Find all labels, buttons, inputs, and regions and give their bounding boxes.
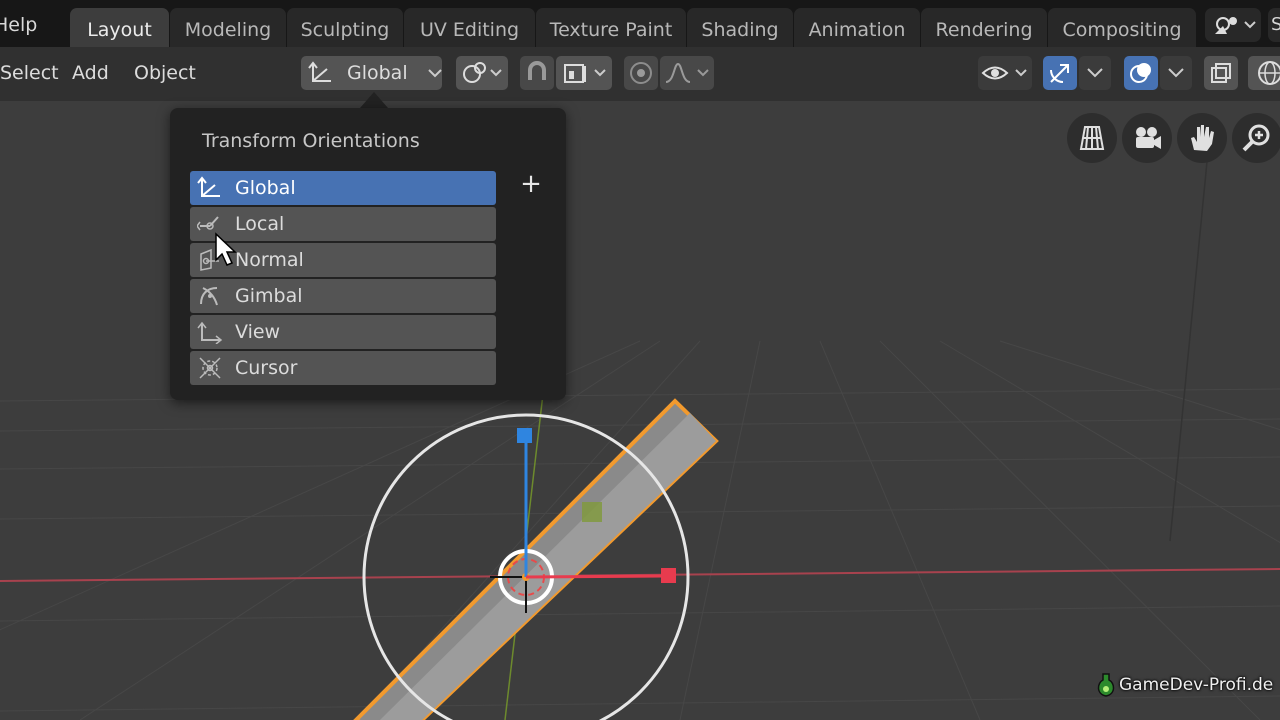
xray-toggle-button[interactable] [1204,56,1238,90]
add-orientation-button[interactable]: + [518,171,544,198]
scene-name-field[interactable]: S [1268,8,1280,42]
zoom-view-button[interactable] [1232,113,1280,163]
y-gizmo-handle[interactable] [582,502,602,522]
camera-view-button[interactable] [1122,113,1172,163]
falloff-button[interactable] [660,56,714,90]
chevron-down-icon [427,69,442,78]
xray-icon [1211,63,1231,83]
tab-uv-editing[interactable]: UV Editing [404,8,535,47]
toggle-ortho-button[interactable] [1067,113,1117,163]
visibility-button[interactable] [978,56,1032,90]
orientation-label: Local [235,213,285,235]
potion-flask-icon [1097,673,1115,697]
help-menu[interactable]: Help [0,0,37,47]
workspace-tab-bar: Help Layout Modeling Sculpting UV Editin… [0,0,1280,47]
chevron-down-icon [1168,68,1184,78]
overlay-icon [1130,63,1151,83]
add-menu[interactable]: Add [62,56,119,90]
tab-modeling[interactable]: Modeling [170,8,286,47]
pivot-link-icon [463,62,502,83]
overlay-toggle-button[interactable] [1124,56,1158,90]
orientation-value: Global [347,62,408,84]
orientation-item-cursor[interactable]: Cursor [190,351,496,385]
transform-orientation-dropdown[interactable]: Global [301,56,442,90]
x-gizmo-handle[interactable] [661,568,676,583]
mouse-pointer-icon [215,232,237,266]
wireframe-shading-button[interactable] [1248,56,1280,90]
orientation-list: Global Local Normal Gimbal View Cursor [190,171,496,387]
gizmo-toggle-button[interactable] [1043,56,1077,90]
gimbal-icon [196,284,224,308]
orientation-item-global[interactable]: Global [190,171,496,205]
scene-selector-button[interactable] [1205,8,1261,42]
orientation-label: Global [235,177,296,199]
grid-view-icon [1079,126,1105,150]
tab-shading[interactable]: Shading [687,8,793,47]
popup-pointer [360,92,388,108]
gizmo-menu-button[interactable] [1079,56,1111,90]
scene-icon [1215,17,1256,34]
proportional-edit-button[interactable] [624,56,658,90]
wireframe-sphere-icon [1258,61,1280,85]
gizmo-icon [1050,64,1069,83]
snap-target-icon [564,64,606,83]
zoom-icon [1242,124,1270,152]
edge-line [1169,130,1211,542]
select-menu[interactable]: Select [0,56,69,90]
chevron-down-icon [1087,68,1103,78]
orientation-label: Cursor [235,357,298,379]
x-gizmo-axis[interactable] [525,574,665,579]
falloff-curve-icon [665,62,709,83]
orientation-label: Normal [235,249,304,271]
tab-texture-paint[interactable]: Texture Paint [536,8,686,47]
transform-global-icon [308,61,331,82]
orientation-item-gimbal[interactable]: Gimbal [190,279,496,313]
snap-toggle-button[interactable] [520,56,554,90]
watermark: GameDev-Profi.de [1095,671,1273,699]
orientation-label: Gimbal [235,285,303,307]
view-axes-icon [196,320,224,344]
popup-title: Transform Orientations [202,130,420,152]
watermark-text: GameDev-Profi.de [1119,675,1274,695]
camera-icon [1136,127,1161,149]
tab-layout[interactable]: Layout [70,8,169,47]
orientation-label: View [235,321,281,343]
pan-view-button[interactable] [1177,113,1227,163]
tab-compositing[interactable]: Compositing [1048,8,1196,47]
global-axes-icon [196,176,224,200]
z-gizmo-handle[interactable] [517,428,532,443]
magnet-icon [528,61,546,80]
object-menu[interactable]: Object [124,56,206,90]
overlay-menu-button[interactable] [1160,56,1192,90]
tab-sculpting[interactable]: Sculpting [287,8,403,47]
proportional-edit-icon [630,62,652,84]
tab-rendering[interactable]: Rendering [921,8,1047,47]
hand-pan-icon [1191,125,1214,151]
snap-target-button[interactable] [556,56,612,90]
tab-animation[interactable]: Animation [794,8,920,47]
orientation-item-view[interactable]: View [190,315,496,349]
cursor-target-icon [196,356,224,380]
pivot-point-button[interactable] [456,56,508,90]
eye-icon [981,66,1027,80]
